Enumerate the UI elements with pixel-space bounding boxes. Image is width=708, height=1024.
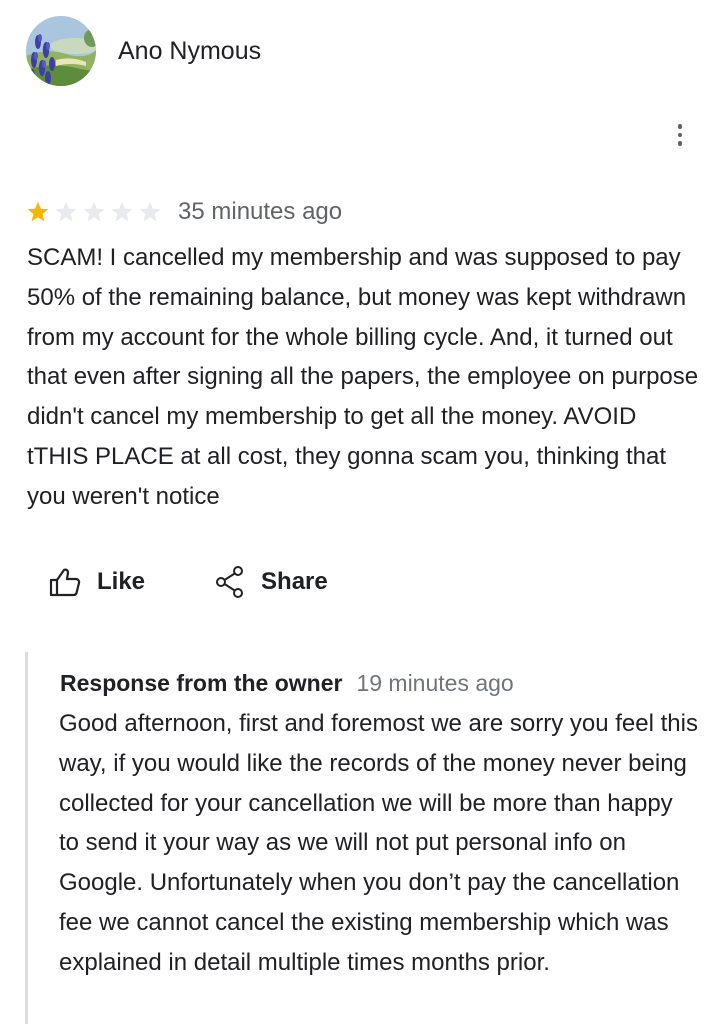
share-button[interactable]: Share xyxy=(215,566,328,598)
owner-response-title: Response from the owner xyxy=(60,670,343,696)
owner-response-header: Response from the owner 19 minutes ago xyxy=(60,670,514,697)
more-vert-icon-dot-3 xyxy=(677,141,683,146)
share-icon xyxy=(215,566,245,598)
star-empty-icon xyxy=(139,201,161,222)
star-empty-icon xyxy=(83,201,105,222)
owner-response-timestamp: 19 minutes ago xyxy=(356,670,514,696)
star-empty-icon xyxy=(111,201,133,222)
like-button[interactable]: Like xyxy=(48,567,145,597)
owner-response: Response from the owner 19 minutes ago Go… xyxy=(25,652,704,1024)
review-actions: Like Share xyxy=(48,566,328,598)
star-empty-icon xyxy=(55,201,77,222)
more-vert-icon-dot-1 xyxy=(677,124,683,129)
like-label: Like xyxy=(97,568,146,595)
review-timestamp: 35 minutes ago xyxy=(178,198,343,225)
star-filled-icon xyxy=(27,201,49,222)
landscape-avatar-icon xyxy=(26,16,96,86)
star-rating xyxy=(26,200,162,224)
reviewer-avatar[interactable] xyxy=(26,16,96,86)
rating-row: 35 minutes ago xyxy=(26,196,342,228)
thumbs-up-icon xyxy=(48,567,81,597)
more-vert-icon-dot-2 xyxy=(677,132,683,138)
more-options-button[interactable] xyxy=(668,120,692,150)
share-label: Share xyxy=(261,568,328,595)
owner-response-text: Good afternoon, first and foremost we ar… xyxy=(59,710,698,976)
review-text: SCAM! I cancelled my membership and was … xyxy=(27,244,699,510)
reviewer-name[interactable]: Ano Nymous xyxy=(118,36,261,66)
